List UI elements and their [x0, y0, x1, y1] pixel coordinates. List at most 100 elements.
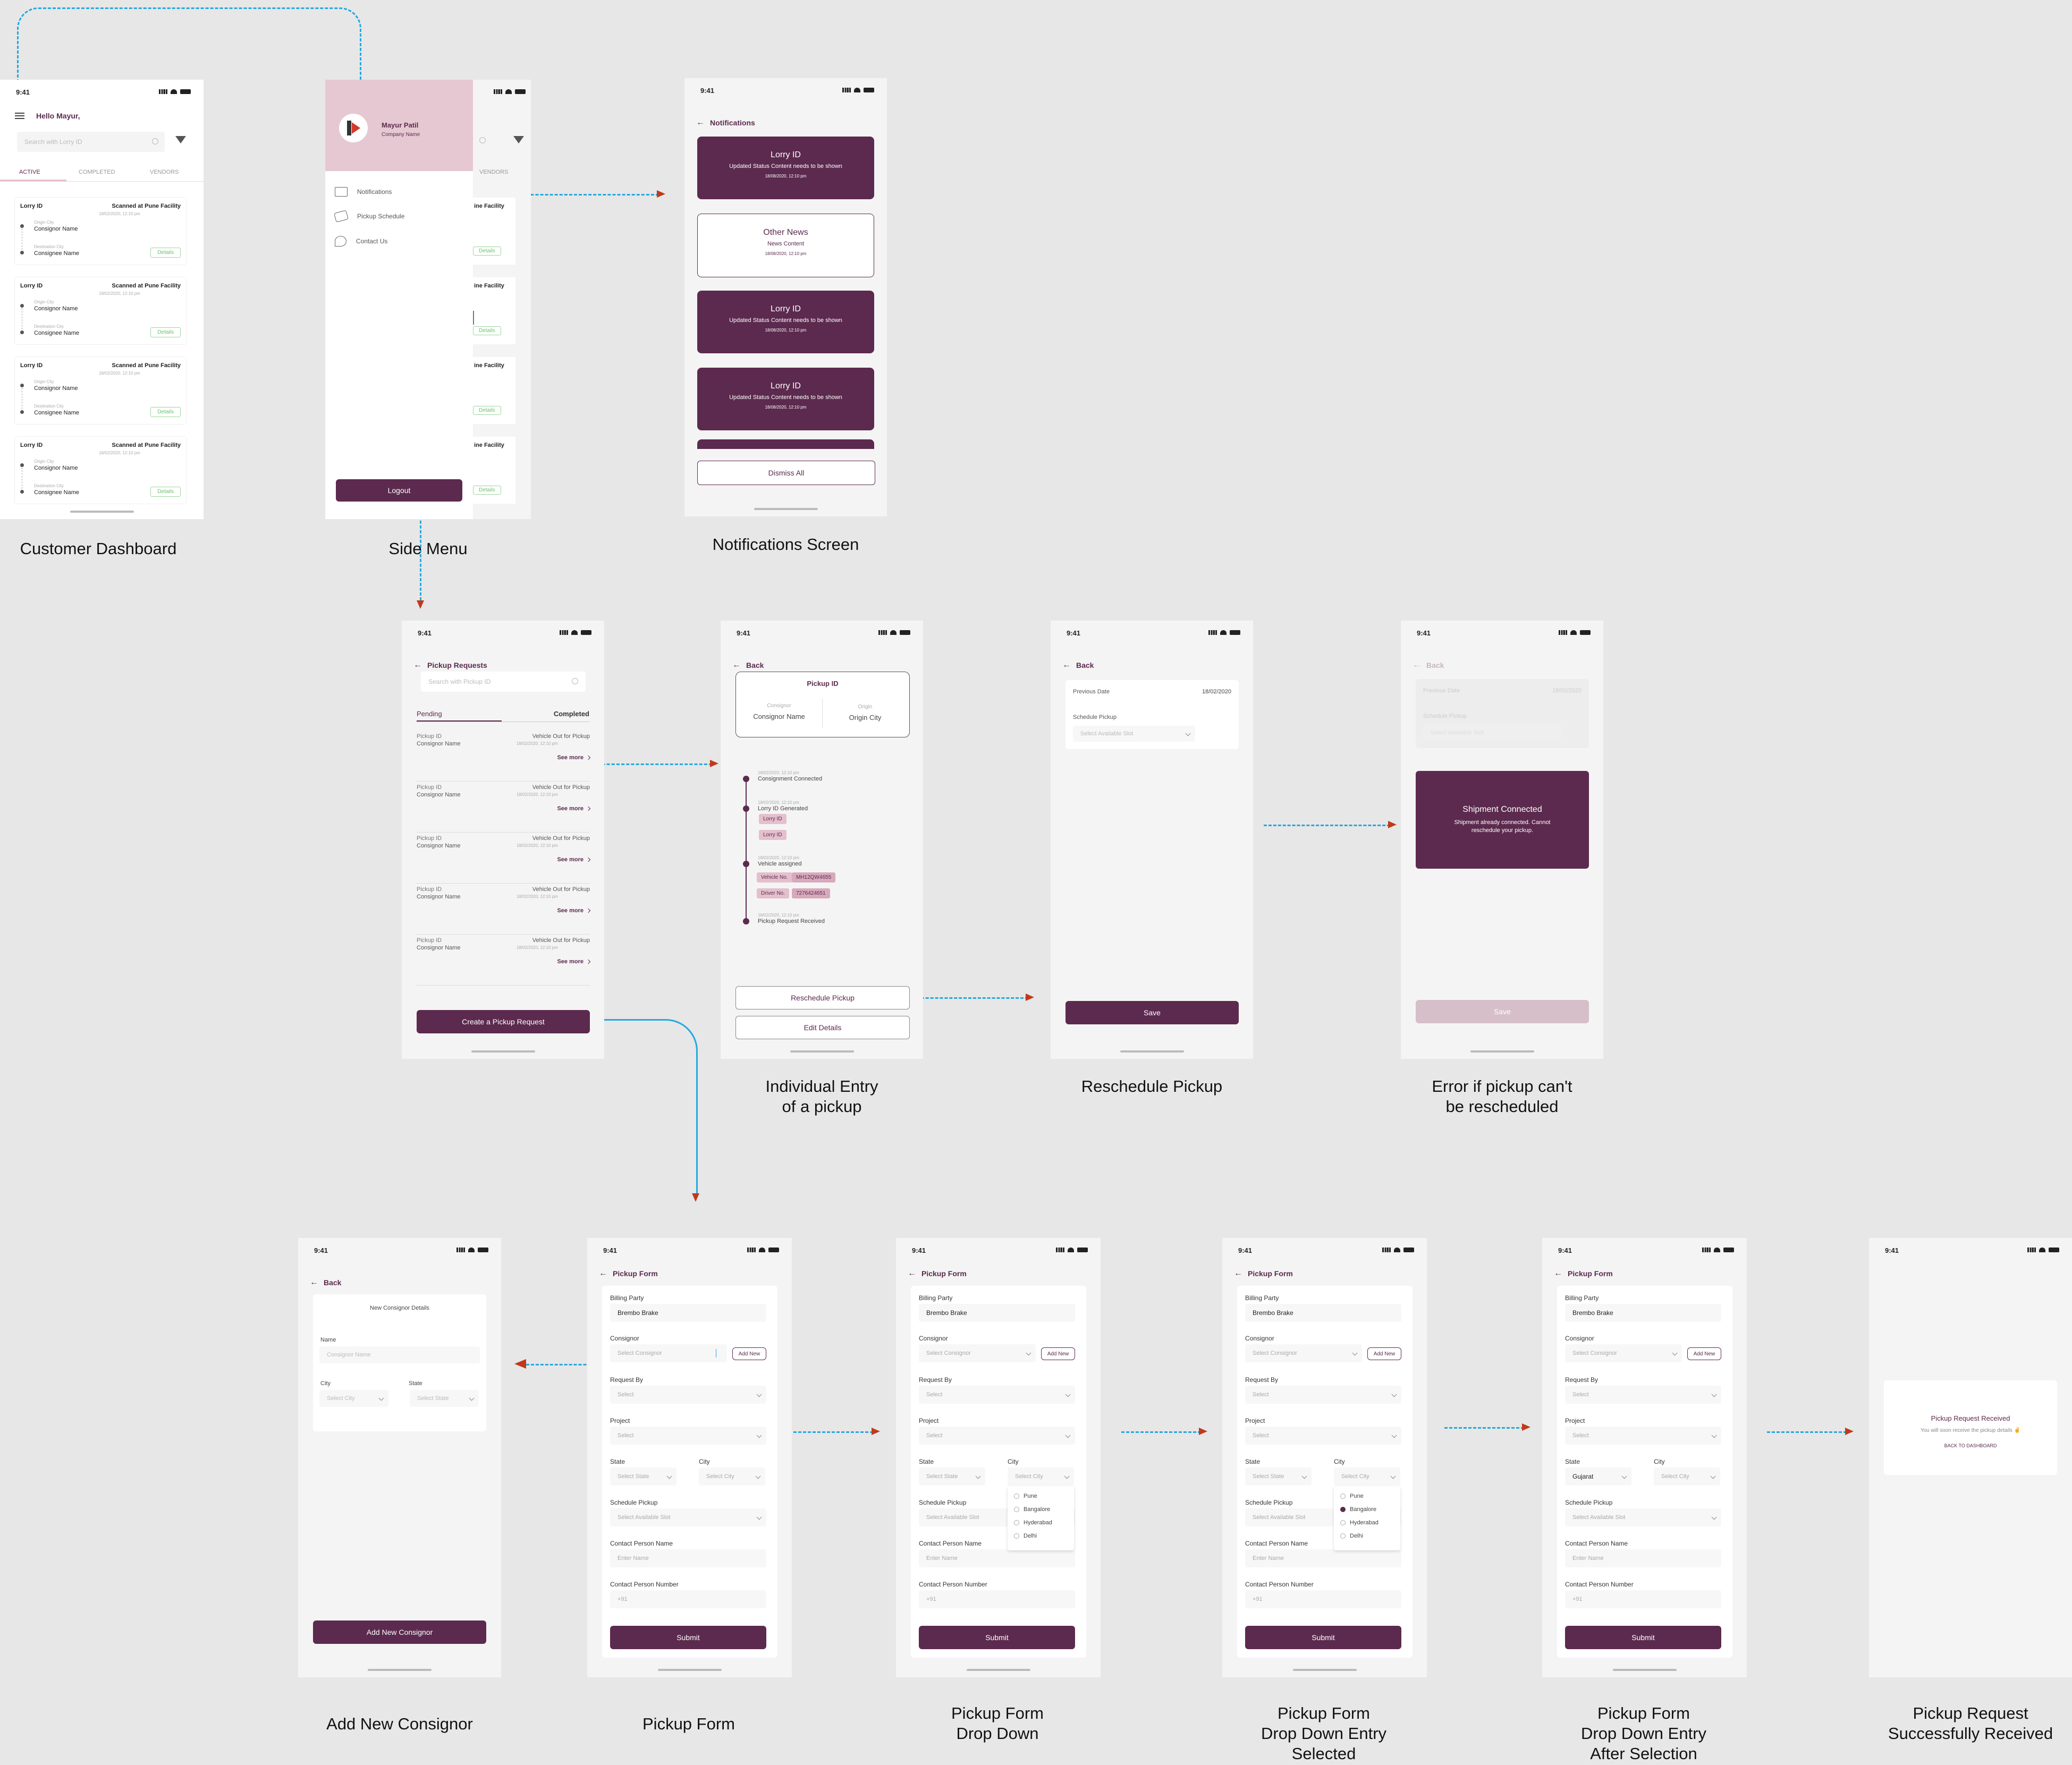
submit-button[interactable]: Submit	[919, 1626, 1075, 1649]
back-arrow-icon[interactable]: ←	[1062, 660, 1071, 670]
add-new-consignor-button[interactable]: Add New	[1041, 1347, 1075, 1360]
lorry-card[interactable]: Lorry ID Scanned at Pune Facility 18/02/20…	[15, 198, 186, 265]
state-select[interactable]: Select State	[410, 1390, 479, 1407]
details-button[interactable]: Details	[150, 248, 181, 258]
submit-button[interactable]: Submit	[1565, 1626, 1721, 1649]
request-by-select[interactable]: Select	[919, 1386, 1075, 1404]
contact-name-input[interactable]: Enter Name	[610, 1549, 766, 1567]
see-more-link[interactable]: See more	[557, 805, 591, 812]
request-by-select[interactable]: Select	[1565, 1386, 1721, 1404]
pickup-row[interactable]: Pickup ID Consignor Name Vehicle Out for P…	[417, 733, 591, 782]
request-by-select[interactable]: Select	[610, 1386, 766, 1404]
billing-party-input[interactable]: Brembo Brake	[1245, 1304, 1401, 1322]
billing-party-input[interactable]: Brembo Brake	[610, 1304, 766, 1322]
city-option[interactable]: Bangalore	[1014, 1506, 1050, 1513]
lorry-card[interactable]: Lorry ID Scanned at Pune Facility 18/02/20…	[15, 277, 186, 344]
consignor-name-input[interactable]: Consignor Name	[319, 1346, 480, 1363]
city-option[interactable]: Delhi	[1014, 1533, 1037, 1539]
city-option[interactable]: Hyderabad	[1340, 1520, 1378, 1526]
back-arrow-icon[interactable]: ←	[310, 1278, 318, 1287]
submit-button[interactable]: Submit	[610, 1626, 766, 1649]
lorry-card[interactable]: Lorry ID Scanned at Pune Facility 18/02/20…	[15, 357, 186, 424]
pickup-row[interactable]: Pickup ID Consignor Name Vehicle Out for P…	[417, 835, 591, 884]
notification-card[interactable]: Lorry ID Updated Status Content needs to …	[697, 137, 874, 199]
state-select[interactable]: Gujarat	[1565, 1467, 1631, 1486]
slot-select[interactable]: Select Available Slot	[610, 1508, 766, 1526]
details-button[interactable]: Details	[150, 327, 181, 337]
create-pickup-request-button[interactable]: Create a Pickup Request	[417, 1010, 590, 1033]
contact-name-input[interactable]: Enter Name	[919, 1549, 1075, 1567]
menu-item-notifications[interactable]: Notifications	[335, 187, 392, 197]
pickup-row[interactable]: Pickup ID Consignor Name Vehicle Out for P…	[417, 937, 591, 986]
see-more-link[interactable]: See more	[557, 958, 591, 965]
contact-name-input[interactable]: Enter Name	[1565, 1549, 1721, 1567]
project-select[interactable]: Select	[1565, 1427, 1721, 1445]
back-label[interactable]: Back	[1076, 661, 1094, 669]
project-select[interactable]: Select	[1245, 1427, 1401, 1445]
pickup-search-input[interactable]: Search with Pickup ID	[421, 672, 586, 692]
consignor-select[interactable]: Select Consignor	[919, 1344, 1036, 1362]
pickup-row[interactable]: Pickup ID Consignor Name Vehicle Out for P…	[417, 886, 591, 935]
tab-pending[interactable]: Pending	[417, 710, 442, 718]
project-select[interactable]: Select	[919, 1427, 1075, 1445]
tab-completed[interactable]: COMPLETED	[79, 169, 115, 175]
add-new-consignor-button[interactable]: Add New	[1687, 1347, 1721, 1360]
contact-name-input[interactable]: Enter Name	[1245, 1549, 1401, 1567]
back-arrow-icon[interactable]: ←	[599, 1269, 607, 1278]
notification-card[interactable]: Other News News Content 18/08/2020, 12:10 …	[697, 214, 874, 277]
state-select[interactable]: Select State	[610, 1467, 676, 1486]
add-new-consignor-button[interactable]: Add New	[732, 1347, 766, 1360]
state-select[interactable]: Select State	[919, 1467, 985, 1486]
tab-active[interactable]: ACTIVE	[19, 169, 40, 175]
edit-details-button[interactable]: Edit Details	[735, 1016, 910, 1039]
consignor-input[interactable]: Select Consignor	[610, 1344, 727, 1362]
state-select[interactable]: Select State	[1245, 1467, 1312, 1486]
city-option[interactable]: Pune	[1014, 1493, 1037, 1499]
back-arrow-icon[interactable]: ←	[908, 1269, 916, 1278]
add-new-consignor-button[interactable]: Add New Consignor	[313, 1620, 486, 1644]
contact-number-input[interactable]: +91	[1245, 1590, 1401, 1608]
see-more-link[interactable]: See more	[557, 754, 591, 761]
consignor-select[interactable]: Select Consignor	[1245, 1344, 1362, 1362]
menu-item-contact-us[interactable]: Contact Us	[335, 236, 387, 247]
city-select[interactable]: Select City	[1008, 1467, 1074, 1486]
notification-card[interactable]: Lorry ID Updated Status Content needs to …	[697, 291, 874, 353]
contact-number-input[interactable]: +91	[919, 1590, 1075, 1608]
slot-select[interactable]: Select Available Slot	[1565, 1508, 1721, 1526]
consignor-select[interactable]: Select Consignor	[1565, 1344, 1682, 1362]
back-arrow-icon[interactable]: ←	[1234, 1269, 1242, 1278]
city-option[interactable]: Bangalore	[1340, 1506, 1376, 1513]
pickup-row[interactable]: Pickup ID Consignor Name Vehicle Out for P…	[417, 784, 591, 833]
city-option[interactable]: Delhi	[1340, 1533, 1363, 1539]
billing-party-input[interactable]: Brembo Brake	[1565, 1304, 1721, 1322]
back-arrow-icon[interactable]: ←	[413, 660, 422, 670]
slot-select[interactable]: Select Available Slot	[1073, 726, 1195, 742]
add-new-consignor-button[interactable]: Add New	[1367, 1347, 1401, 1360]
city-select[interactable]: Select City	[319, 1390, 388, 1407]
notification-card[interactable]: Lorry ID Updated Status Content needs to …	[697, 368, 874, 430]
back-to-dashboard-link[interactable]: BACK TO DASHBOARD	[1884, 1443, 2057, 1448]
city-option[interactable]: Hyderabad	[1014, 1520, 1052, 1526]
city-option[interactable]: Pune	[1340, 1493, 1364, 1499]
reschedule-pickup-button[interactable]: Reschedule Pickup	[735, 986, 910, 1009]
see-more-link[interactable]: See more	[557, 907, 591, 914]
hamburger-icon[interactable]	[15, 113, 24, 119]
contact-number-input[interactable]: +91	[610, 1590, 766, 1608]
back-arrow-icon[interactable]: ←	[696, 118, 705, 128]
save-button[interactable]: Save	[1065, 1001, 1239, 1024]
logout-button[interactable]: Logout	[336, 479, 462, 502]
tab-completed[interactable]: Completed	[554, 710, 589, 718]
tab-vendors[interactable]: VENDORS	[150, 169, 179, 175]
details-button[interactable]: Details	[150, 487, 181, 497]
contact-number-input[interactable]: +91	[1565, 1590, 1721, 1608]
menu-item-pickup-schedule[interactable]: Pickup Schedule	[334, 210, 404, 223]
request-by-select[interactable]: Select	[1245, 1386, 1401, 1404]
lorry-card[interactable]: Lorry ID Scanned at Pune Facility 18/02/20…	[15, 437, 186, 504]
filter-icon[interactable]	[175, 136, 186, 143]
back-label[interactable]: Back	[324, 1278, 341, 1287]
city-select[interactable]: Select City	[699, 1467, 765, 1486]
billing-party-input[interactable]: Brembo Brake	[919, 1304, 1075, 1322]
dismiss-all-button[interactable]: Dismiss All	[697, 461, 875, 485]
back-arrow-icon[interactable]: ←	[1554, 1269, 1562, 1278]
back-arrow-icon[interactable]: ←	[732, 660, 741, 670]
